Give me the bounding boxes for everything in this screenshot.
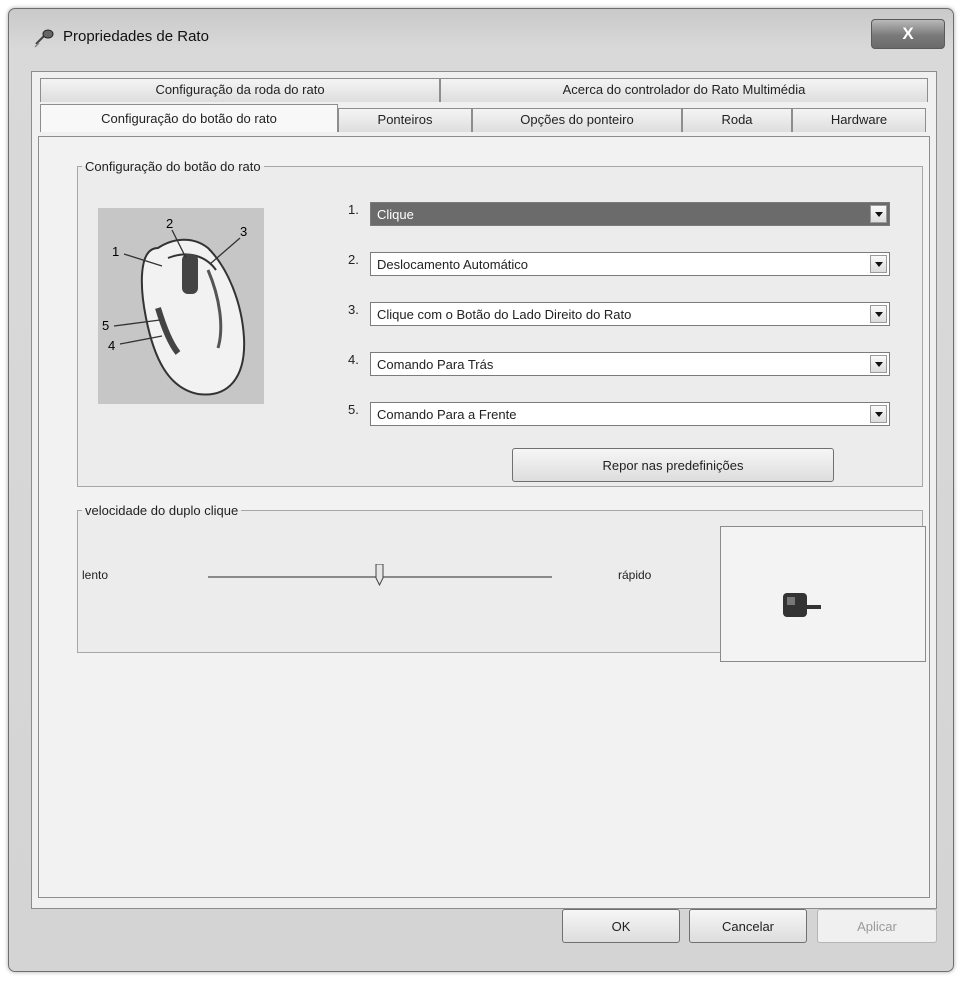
tab-panel: Configuração do botão do rato 1 2 3 4 5 …	[38, 136, 930, 898]
chevron-down-icon[interactable]	[870, 405, 887, 423]
double-click-test-area[interactable]	[720, 526, 926, 662]
apply-button[interactable]: Aplicar	[817, 909, 937, 943]
button-2-select[interactable]: Deslocamento Automático	[370, 252, 890, 276]
chevron-down-icon[interactable]	[870, 355, 887, 373]
tab-label: Ponteiros	[377, 112, 433, 127]
button-5-number: 5.	[348, 402, 359, 417]
tab-driver-about[interactable]: Acerca do controlador do Rato Multimédia	[440, 78, 928, 102]
button-1-value: Clique	[377, 207, 414, 222]
button-3-select[interactable]: Clique com o Botão do Lado Direito do Ra…	[370, 302, 890, 326]
button-4-select[interactable]: Comando Para Trás	[370, 352, 890, 376]
reset-defaults-button[interactable]: Repor nas predefinições	[512, 448, 834, 482]
button-config-group: Configuração do botão do rato 1 2 3 4 5 …	[77, 159, 923, 487]
tab-label: Configuração do botão do rato	[101, 111, 277, 126]
double-click-legend: velocidade do duplo clique	[85, 503, 239, 518]
tab-label: Hardware	[830, 112, 888, 127]
mouse-properties-window: Propriedades de Rato X Configuração da r…	[8, 8, 954, 972]
chevron-down-icon[interactable]	[870, 255, 887, 273]
chevron-down-icon[interactable]	[870, 205, 887, 223]
fast-label: rápido	[618, 568, 652, 582]
button-1-select[interactable]: Clique	[370, 202, 890, 226]
button-4-number: 4.	[348, 352, 359, 367]
mouse-icon	[34, 29, 54, 48]
ok-button[interactable]: OK	[562, 909, 680, 943]
tab-label: Roda	[721, 112, 753, 127]
button-5-value: Comando Para a Frente	[377, 407, 517, 422]
chevron-down-icon[interactable]	[870, 305, 887, 323]
double-click-group: velocidade do duplo clique lento rápido	[77, 503, 926, 662]
tab-row-front: Configuração do botão do rato Ponteiros …	[40, 104, 926, 132]
button-5-select[interactable]: Comando Para a Frente	[370, 402, 890, 426]
double-click-slider-thumb[interactable]	[375, 564, 384, 586]
tab-hardware[interactable]: Hardware	[792, 108, 926, 132]
tab-label: Opções do ponteiro	[520, 112, 634, 127]
title-bar[interactable]: Propriedades de Rato X	[9, 9, 953, 61]
callout-4: 4	[108, 338, 115, 353]
callout-2: 2	[166, 216, 173, 231]
callout-1: 1	[112, 244, 119, 259]
window-title: Propriedades de Rato	[63, 28, 209, 45]
tab-wheel-config[interactable]: Configuração da roda do rato	[40, 78, 440, 102]
button-3-value: Clique com o Botão do Lado Direito do Ra…	[377, 307, 632, 322]
mouse-drawing: 1 2 3 4 5	[102, 216, 247, 396]
button-1-number: 1.	[348, 202, 359, 217]
button-2-value: Deslocamento Automático	[377, 257, 529, 272]
tab-label: Acerca do controlador do Rato Multimédia	[562, 82, 806, 97]
tab-pointer-options[interactable]: Opções do ponteiro	[472, 108, 682, 132]
cancel-button[interactable]: Cancelar	[689, 909, 807, 943]
dialog-body: Configuração da roda do rato Acerca do c…	[31, 71, 937, 909]
mouse-illustration: 1 2 3 4 5	[98, 208, 264, 404]
tab-wheel[interactable]: Roda	[682, 108, 792, 132]
callout-3: 3	[240, 224, 247, 239]
folder-test-icon[interactable]	[781, 589, 831, 623]
close-icon: X	[902, 24, 914, 43]
button-4-value: Comando Para Trás	[377, 357, 494, 372]
button-config-legend: Configuração do botão do rato	[85, 159, 261, 174]
tab-label: Configuração da roda do rato	[155, 82, 325, 97]
callout-5: 5	[102, 318, 109, 333]
slow-label: lento	[82, 568, 109, 582]
close-button[interactable]: X	[871, 19, 945, 49]
button-3-number: 3.	[348, 302, 359, 317]
tab-pointers[interactable]: Ponteiros	[338, 108, 472, 132]
tab-row-back: Configuração da roda do rato Acerca do c…	[40, 78, 928, 102]
tab-button-config[interactable]: Configuração do botão do rato	[40, 104, 338, 132]
button-2-number: 2.	[348, 252, 359, 267]
